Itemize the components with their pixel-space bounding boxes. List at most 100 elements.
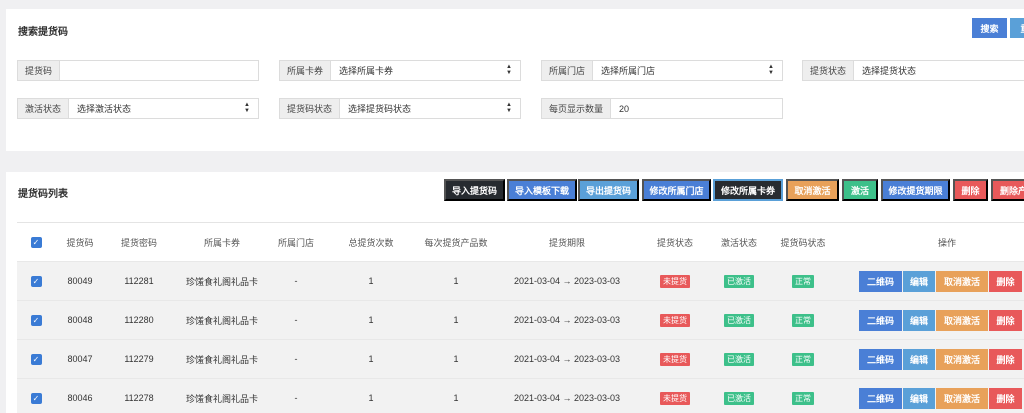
check-icon: ✓ <box>30 392 42 404</box>
select-arrows-icon: ▲ ▼ <box>244 102 250 114</box>
page-size-field: 每页显示数量 20 <box>541 98 783 119</box>
col-password: 提货密码 <box>120 237 157 248</box>
export-codes-button[interactable]: 导出提货码 <box>578 179 639 201</box>
col-total: 总提货次数 <box>348 237 394 248</box>
card-select[interactable]: 选择所属卡券 ▲ ▼ <box>331 61 520 80</box>
check-icon: ✓ <box>30 314 42 326</box>
activation-select[interactable]: 选择激活状态 ▲ ▼ <box>69 99 258 118</box>
code-field-label: 提货码 <box>18 61 61 80</box>
code-input[interactable] <box>60 61 258 80</box>
cell-total: 1 <box>368 315 374 325</box>
qrcode-button[interactable]: 二维码 <box>859 388 902 409</box>
cell-per: 1 <box>453 393 459 403</box>
cell-card: 珍馐食礼阁礼品卡 <box>185 393 258 404</box>
reset-button[interactable]: 重 <box>1010 18 1024 38</box>
cell-password: 112278 <box>124 393 154 403</box>
cell-per: 1 <box>453 276 459 286</box>
pickup-status-field: 提货状态 选择提货状态 <box>802 60 1024 81</box>
cell-store: - <box>294 276 298 286</box>
pickup-status-select[interactable]: 选择提货状态 <box>854 61 1024 80</box>
delete-product-button[interactable]: 删除产 <box>991 179 1024 201</box>
status-badge: 正常 <box>792 391 814 405</box>
cancel-activate-button[interactable]: 取消激活 <box>786 179 839 201</box>
cell-per: 1 <box>453 354 459 364</box>
cell-status: 正常 <box>773 340 833 378</box>
activation-field-label: 激活状态 <box>18 99 70 118</box>
pickup-badge: 未提货 <box>660 313 690 327</box>
row-delete-button[interactable]: 删除 <box>989 388 1022 409</box>
code-status-select[interactable]: 选择提货码状态 ▲ ▼ <box>340 99 520 118</box>
qrcode-button[interactable]: 二维码 <box>859 349 902 370</box>
delete-button[interactable]: 删除 <box>953 179 988 201</box>
cell-activation: 已激活 <box>713 262 765 300</box>
cell-card: 珍馐食礼阁礼品卡 <box>185 315 258 326</box>
import-codes-button[interactable]: 导入提货码 <box>444 179 505 201</box>
row-cancel-activate-button[interactable]: 取消激活 <box>936 310 988 331</box>
cell-card: 珍馐食礼阁礼品卡 <box>185 354 258 365</box>
pickup-badge: 未提货 <box>660 274 690 288</box>
cell-code: 80049 <box>67 276 93 286</box>
row-delete-button[interactable]: 删除 <box>989 271 1022 292</box>
row-cancel-activate-button[interactable]: 取消激活 <box>936 271 988 292</box>
cell-store: - <box>294 393 298 403</box>
edit-button[interactable]: 编辑 <box>903 388 935 409</box>
edit-button[interactable]: 编辑 <box>903 310 935 331</box>
row-cancel-activate-button[interactable]: 取消激活 <box>936 349 988 370</box>
cell-code: 80046 <box>67 393 93 403</box>
status-badge: 正常 <box>792 352 814 366</box>
code-status-label: 提货码状态 <box>280 99 341 118</box>
cell-activation: 已激活 <box>713 340 765 378</box>
col-pickup: 提货状态 <box>656 237 693 248</box>
code-field: 提货码 <box>17 60 259 81</box>
cell-card: 珍馐食礼阁礼品卡 <box>185 276 258 287</box>
row-checkbox[interactable]: ✓ <box>29 262 43 300</box>
search-panel: 搜索提货码 搜索 重 提货码 所属卡券 选择所属卡券▲▼ 所属门店 选择所属门店… <box>6 9 1024 151</box>
col-code: 提货码 <box>66 237 94 248</box>
row-checkbox[interactable]: ✓ <box>29 340 43 378</box>
activation-badge: 已激活 <box>724 274 754 288</box>
qrcode-button[interactable]: 二维码 <box>859 271 902 292</box>
table-header: ✓ 提货码 提货密码 所属卡券 所属门店 总提货次数 每次提货产品数 提货期限 … <box>17 223 1024 262</box>
store-select[interactable]: 选择所属门店 ▲ ▼ <box>593 61 782 80</box>
edit-button[interactable]: 编辑 <box>903 349 935 370</box>
cell-total: 1 <box>368 276 374 286</box>
page-size-input[interactable]: 20 <box>611 99 782 118</box>
cell-period: 2021-03-04 → 2023-03-03 <box>513 354 621 364</box>
select-arrows-icon: ▲ ▼ <box>506 102 512 114</box>
select-arrows-icon: ▲ ▼ <box>768 64 774 76</box>
row-checkbox[interactable]: ✓ <box>29 301 43 339</box>
cell-pickup: 未提货 <box>649 262 701 300</box>
search-button[interactable]: 搜索 <box>972 18 1007 38</box>
cell-activation: 已激活 <box>713 301 765 339</box>
col-per: 每次提货产品数 <box>424 237 488 248</box>
activate-button[interactable]: 激活 <box>842 179 878 201</box>
cell-password: 112279 <box>124 354 154 364</box>
modify-card-button[interactable]: 修改所属卡券 <box>713 179 783 201</box>
check-icon: ✓ <box>30 353 42 365</box>
store-field-label: 所属门店 <box>542 61 594 80</box>
select-arrows-icon: ▲ ▼ <box>506 64 512 76</box>
cell-status: 正常 <box>773 379 833 413</box>
row-cancel-activate-button[interactable]: 取消激活 <box>936 388 988 409</box>
qrcode-button[interactable]: 二维码 <box>859 310 902 331</box>
col-status: 提货码状态 <box>780 237 826 248</box>
cell-status: 正常 <box>773 301 833 339</box>
row-delete-button[interactable]: 删除 <box>989 310 1022 331</box>
row-checkbox[interactable]: ✓ <box>29 379 43 413</box>
row-delete-button[interactable]: 删除 <box>989 349 1022 370</box>
store-field: 所属门店 选择所属门店 ▲ ▼ <box>541 60 783 81</box>
cell-total: 1 <box>368 393 374 403</box>
modify-store-button[interactable]: 修改所属门店 <box>642 179 711 201</box>
cell-period: 2021-03-04 → 2023-03-03 <box>513 315 621 325</box>
page-size-label: 每页显示数量 <box>542 99 612 118</box>
cell-per: 1 <box>453 315 459 325</box>
edit-button[interactable]: 编辑 <box>903 271 935 292</box>
activation-badge: 已激活 <box>724 352 754 366</box>
codes-table: ✓ 提货码 提货密码 所属卡券 所属门店 总提货次数 每次提货产品数 提货期限 … <box>17 222 1024 413</box>
table-row: ✓ 80048 112280 珍馐食礼阁礼品卡 - 1 1 2021-03-04 → 2023… <box>17 301 1024 340</box>
modify-period-button[interactable]: 修改提货期限 <box>881 179 950 201</box>
col-card: 所属卡券 <box>203 237 240 248</box>
cell-pickup: 未提货 <box>649 301 701 339</box>
import-template-button[interactable]: 导入模板下载 <box>507 179 577 201</box>
select-all-checkbox[interactable]: ✓ <box>29 223 43 261</box>
